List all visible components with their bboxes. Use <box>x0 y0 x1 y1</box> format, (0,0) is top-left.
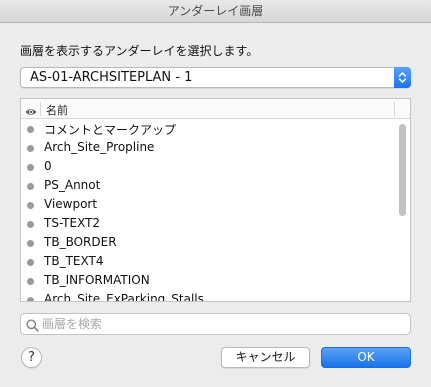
layer-name: Viewport <box>44 197 98 211</box>
layer-name: Arch_Site_Propline <box>44 140 155 154</box>
select-stepper-icon[interactable] <box>394 67 411 88</box>
underlay-layers-dialog: アンダーレイ画層 画層を表示するアンダーレイを選択します。 AS-01-ARCH… <box>0 0 431 387</box>
cancel-button[interactable]: キャンセル <box>221 347 310 368</box>
window-title: アンダーレイ画層 <box>167 4 264 18</box>
help-button[interactable]: ? <box>21 347 42 368</box>
search-icon <box>26 317 39 336</box>
visibility-dot-icon[interactable] <box>27 126 34 133</box>
column-divider[interactable] <box>40 102 41 116</box>
layer-search-field[interactable] <box>20 313 411 335</box>
visibility-dot-icon[interactable] <box>27 221 34 228</box>
layer-row[interactable]: PS_Annot <box>21 177 410 196</box>
layer-row[interactable]: 0 <box>21 158 410 177</box>
underlay-select-value: AS-01-ARCHSITEPLAN - 1 <box>30 70 193 85</box>
layer-rows: コメントとマークアップ Arch_Site_Propline 0 PS_Anno… <box>21 120 410 302</box>
instruction-text: 画層を表示するアンダーレイを選択します。 <box>20 44 259 58</box>
visibility-dot-icon[interactable] <box>27 164 34 171</box>
column-divider[interactable] <box>394 102 395 116</box>
visibility-dot-icon[interactable] <box>27 259 34 266</box>
layer-name: TB_INFORMATION <box>44 273 150 287</box>
layer-name: TB_BORDER <box>44 235 117 249</box>
layer-row[interactable]: TB_INFORMATION <box>21 272 410 291</box>
layer-name: コメントとマークアップ <box>44 123 177 137</box>
layer-row[interactable]: TB_BORDER <box>21 234 410 253</box>
layer-list-header: 名前 <box>21 99 410 119</box>
ok-button[interactable]: OK <box>321 347 411 368</box>
layer-row[interactable]: Viewport <box>21 196 410 215</box>
underlay-select[interactable]: AS-01-ARCHSITEPLAN - 1 <box>20 67 411 88</box>
layer-row[interactable]: コメントとマークアップ <box>21 120 410 139</box>
layer-name: 0 <box>44 159 52 173</box>
layer-row[interactable]: TS-TEXT2 <box>21 215 410 234</box>
search-input[interactable] <box>42 315 402 332</box>
visibility-dot-icon[interactable] <box>27 183 34 190</box>
layer-row[interactable]: Arch_Site_Propline <box>21 139 410 158</box>
list-scrollbar[interactable] <box>399 124 406 216</box>
name-column-header[interactable]: 名前 <box>46 102 68 118</box>
visibility-dot-icon[interactable] <box>27 202 34 209</box>
layer-name: Arch_Site_ExParking_Stalls <box>44 292 204 302</box>
visibility-dot-icon[interactable] <box>27 240 34 247</box>
title-bar[interactable]: アンダーレイ画層 <box>0 0 431 23</box>
layer-row[interactable]: TB_TEXT4 <box>21 253 410 272</box>
layer-row[interactable]: Arch_Site_ExParking_Stalls <box>21 291 410 302</box>
visibility-dot-icon[interactable] <box>27 278 34 285</box>
layer-list[interactable]: 名前 コメントとマークアップ Arch_Site_Propline 0 PS_A… <box>20 98 411 302</box>
visibility-dot-icon[interactable] <box>27 297 34 301</box>
layer-name: TB_TEXT4 <box>44 254 104 268</box>
visibility-dot-icon[interactable] <box>27 145 34 152</box>
layer-name: TS-TEXT2 <box>44 216 101 230</box>
layer-name: PS_Annot <box>44 178 101 192</box>
